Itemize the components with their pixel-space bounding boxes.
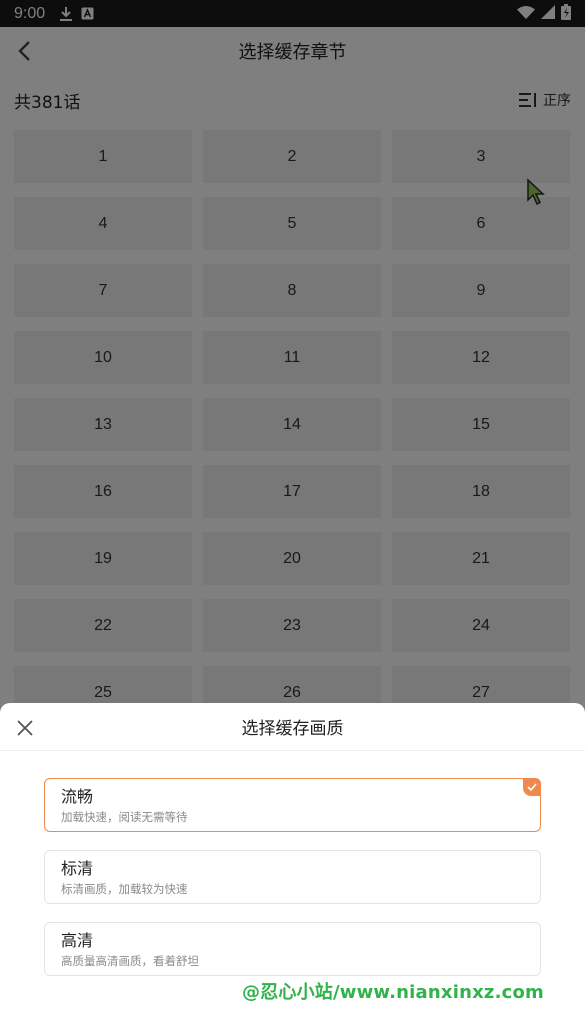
quality-option-name: 流畅	[61, 787, 94, 806]
sheet-header: 选择缓存画质	[0, 703, 585, 751]
watermark-text: @忍心小站/www.nianxinxz.com	[242, 982, 545, 1003]
quality-option-name: 标清	[61, 859, 94, 878]
sheet-title: 选择缓存画质	[241, 719, 344, 739]
quality-option[interactable]: 标清标清画质，加载较为快速	[44, 850, 541, 904]
check-icon	[523, 778, 541, 796]
quality-option[interactable]: 高清高质量高清画质，看着舒坦	[44, 922, 541, 976]
quality-options: 流畅加载快速，阅读无需等待标清标清画质，加载较为快速高清高质量高清画质，看着舒坦	[44, 778, 541, 994]
quality-option-name: 高清	[61, 931, 94, 950]
quality-option-desc: 标清画质，加载较为快速	[61, 882, 188, 896]
quality-option[interactable]: 流畅加载快速，阅读无需等待	[44, 778, 541, 832]
quality-bottom-sheet: 选择缓存画质 流畅加载快速，阅读无需等待标清标清画质，加载较为快速高清高质量高清…	[0, 703, 585, 1024]
close-icon	[17, 720, 33, 736]
quality-option-desc: 加载快速，阅读无需等待	[61, 810, 188, 824]
close-button[interactable]	[12, 715, 38, 741]
quality-option-desc: 高质量高清画质，看着舒坦	[61, 954, 199, 968]
